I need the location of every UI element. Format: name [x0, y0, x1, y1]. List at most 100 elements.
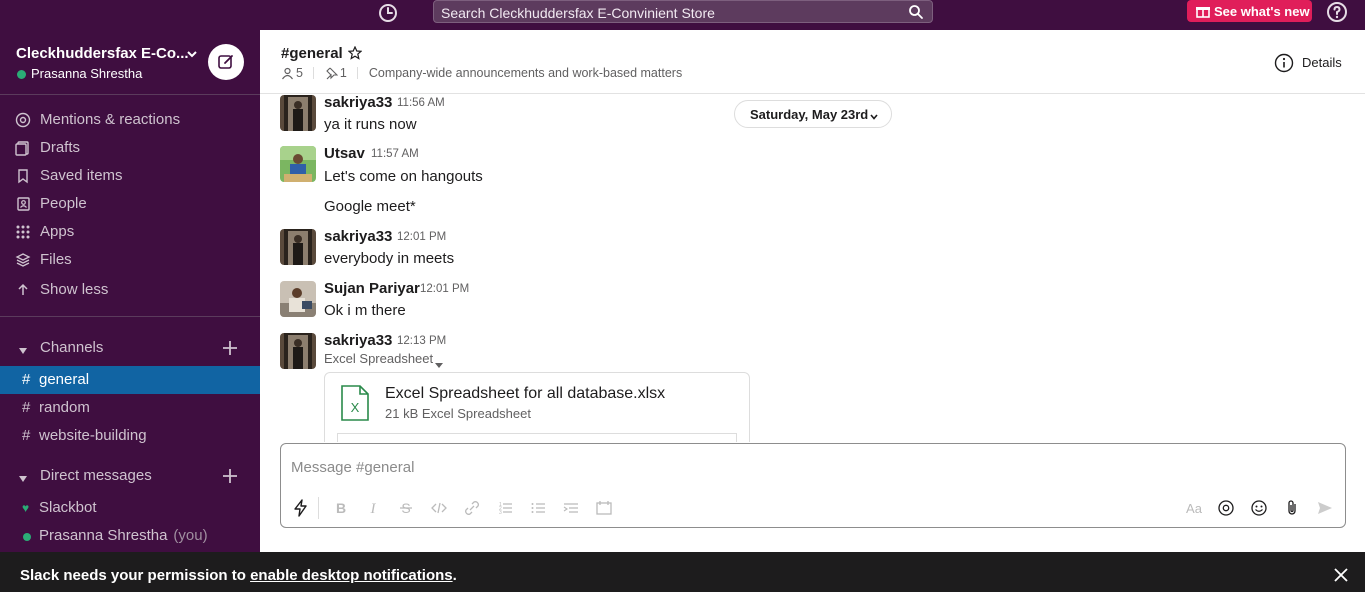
- message-timestamp[interactable]: 12:01 PM: [420, 283, 469, 295]
- toolbar-divider: [318, 497, 319, 519]
- avatar[interactable]: [280, 146, 316, 182]
- hash-icon: #: [22, 399, 31, 416]
- nav-saved-items[interactable]: Saved items: [0, 162, 260, 190]
- current-user-name: Prasanna Shrestha: [31, 66, 143, 81]
- link-icon[interactable]: [462, 498, 482, 518]
- avatar[interactable]: [280, 229, 316, 265]
- message-timestamp[interactable]: 12:01 PM: [397, 231, 446, 243]
- message-input[interactable]: [291, 456, 1191, 478]
- search-bar[interactable]: Search Cleckhuddersfax E-Convinient Stor…: [433, 0, 933, 23]
- dm-slackbot[interactable]: ♥ Slackbot: [0, 494, 260, 522]
- notification-banner: Slack needs your permission to enable de…: [0, 552, 1365, 592]
- bulleted-list-icon[interactable]: [528, 498, 548, 518]
- caret-down-icon[interactable]: [435, 356, 443, 368]
- nav-apps[interactable]: Apps: [0, 218, 260, 246]
- divider: [313, 66, 315, 79]
- add-dm-plus-icon[interactable]: [221, 467, 239, 485]
- info-icon: [1274, 53, 1294, 73]
- message-author[interactable]: Sujan Pariyar: [324, 280, 420, 297]
- chevron-down-icon[interactable]: [186, 47, 198, 59]
- channel-general[interactable]: # general: [0, 366, 260, 394]
- hash-icon: #: [22, 371, 31, 388]
- nav-show-less[interactable]: Show less: [0, 276, 260, 304]
- message-author[interactable]: sakriya33: [324, 95, 392, 111]
- chevron-down-icon: [869, 110, 879, 120]
- send-icon[interactable]: [1315, 498, 1335, 518]
- notification-period: .: [452, 567, 457, 584]
- indent-icon[interactable]: [561, 498, 581, 518]
- caret-down-icon: [18, 471, 28, 482]
- notification-text: Slack needs your permission to enable de…: [20, 567, 457, 584]
- workspace-name[interactable]: Cleckhuddersfax E-Co...: [16, 45, 189, 62]
- presence-dot: [23, 533, 31, 541]
- strikethrough-icon[interactable]: S: [396, 498, 416, 518]
- top-bar: Search Cleckhuddersfax E-Convinient Stor…: [0, 0, 1365, 30]
- enable-notifications-link[interactable]: enable desktop notifications: [250, 567, 453, 584]
- pinned-count-value: 1: [339, 65, 347, 80]
- see-whats-new-button[interactable]: See what's new: [1187, 0, 1312, 22]
- bold-icon[interactable]: B: [331, 498, 351, 518]
- sidebar-divider: [0, 316, 260, 317]
- direct-messages-section-header[interactable]: Direct messages: [0, 462, 260, 490]
- channel-topic[interactable]: Company-wide announcements and work-base…: [369, 66, 682, 80]
- numbered-list-icon[interactable]: 123: [495, 498, 515, 518]
- code-block-icon[interactable]: [594, 498, 614, 518]
- file-preview[interactable]: [337, 433, 737, 442]
- apps-grid-icon: [15, 224, 31, 240]
- nav-people[interactable]: People: [0, 190, 260, 218]
- compose-button[interactable]: [208, 44, 244, 80]
- file-attachment-card[interactable]: X Excel Spreadsheet for all database.xls…: [324, 372, 750, 442]
- details-button[interactable]: Details: [1274, 52, 1364, 74]
- channel-meta: 5 1 Company-wide announcements and work-…: [281, 65, 682, 80]
- attachment-toggle[interactable]: Excel Spreadsheet: [324, 351, 433, 366]
- code-icon[interactable]: [429, 498, 449, 518]
- star-icon[interactable]: [347, 45, 363, 60]
- pin-icon: [325, 67, 339, 80]
- message-timestamp[interactable]: 11:57 AM: [371, 148, 419, 160]
- nav-drafts[interactable]: Drafts: [0, 134, 260, 162]
- nav-mentions-reactions[interactable]: Mentions & reactions: [0, 106, 260, 134]
- svg-text:B: B: [336, 500, 346, 516]
- member-count-value: 5: [296, 65, 303, 80]
- message-author[interactable]: sakriya33: [324, 228, 392, 245]
- dm-prasanna-shrestha[interactable]: Prasanna Shrestha (you): [0, 522, 260, 550]
- close-icon[interactable]: [1333, 567, 1349, 583]
- help-icon[interactable]: [1326, 1, 1348, 23]
- mention-at-icon[interactable]: [1216, 498, 1236, 518]
- search-placeholder: Search Cleckhuddersfax E-Convinient Stor…: [441, 5, 715, 21]
- channel-title[interactable]: #general: [281, 45, 343, 62]
- message-author[interactable]: Utsav: [324, 145, 365, 162]
- nav-label: People: [40, 195, 87, 212]
- file-meta: 21 kB Excel Spreadsheet: [385, 406, 531, 421]
- compose-icon: [218, 55, 233, 69]
- channels-section-header[interactable]: Channels: [0, 334, 260, 362]
- member-count[interactable]: 5: [281, 66, 303, 80]
- date-divider-button[interactable]: Saturday, May 23rd: [734, 100, 892, 128]
- spreadsheet-file-icon: X: [340, 385, 370, 421]
- nav-label: Apps: [40, 223, 75, 240]
- message-timestamp[interactable]: 12:13 PM: [397, 335, 446, 347]
- pinned-count[interactable]: 1: [325, 66, 347, 80]
- add-channel-plus-icon[interactable]: [221, 339, 239, 357]
- avatar[interactable]: [280, 281, 316, 317]
- attachment-paperclip-icon[interactable]: [1282, 498, 1302, 518]
- message-timestamp[interactable]: 11:56 AM: [397, 97, 445, 109]
- channel-website-building[interactable]: # website-building: [0, 422, 260, 450]
- shortcuts-lightning-icon[interactable]: [291, 498, 311, 518]
- layers-icon: [15, 252, 31, 268]
- file-name[interactable]: Excel Spreadsheet for all database.xlsx: [385, 385, 665, 403]
- direct-messages-title: Direct messages: [40, 467, 152, 484]
- nav-files[interactable]: Files: [0, 246, 260, 274]
- notification-message: Slack needs your permission to: [20, 567, 251, 584]
- nav-label: Drafts: [40, 139, 81, 156]
- italic-icon[interactable]: I: [363, 498, 383, 518]
- emoji-icon[interactable]: [1249, 498, 1269, 518]
- format-text-icon[interactable]: Aa: [1184, 498, 1204, 518]
- message-author[interactable]: sakriya33: [324, 332, 392, 349]
- channel-random[interactable]: # random: [0, 394, 260, 422]
- date-divider-label: Saturday, May 23rd: [750, 107, 869, 122]
- avatar[interactable]: [280, 95, 316, 131]
- dm-name: Prasanna Shrestha: [39, 527, 168, 544]
- history-clock-icon[interactable]: [377, 2, 399, 24]
- avatar[interactable]: [280, 333, 316, 369]
